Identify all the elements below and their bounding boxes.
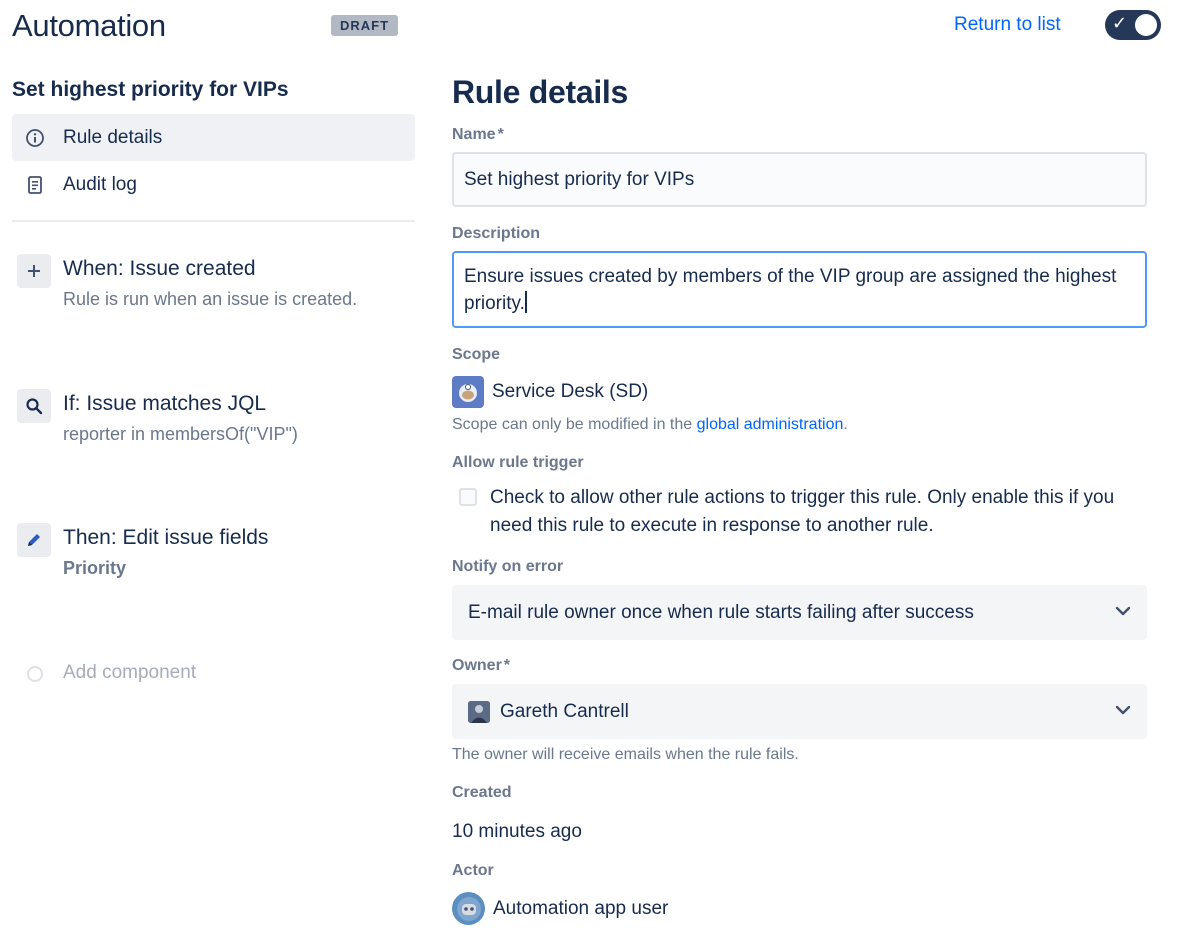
text-caret (524, 291, 527, 313)
actor-name: Automation app user (493, 897, 669, 919)
project-avatar-icon (452, 376, 484, 408)
description-text: Ensure issues created by members of the … (464, 266, 1117, 314)
created-value: 10 minutes ago (452, 821, 582, 842)
plus-icon (17, 254, 51, 288)
notify-label: Notify on error (452, 558, 564, 575)
search-icon (17, 389, 51, 423)
info-icon (24, 127, 46, 149)
circle-icon (27, 666, 43, 682)
nav-label: Rule details (63, 126, 163, 148)
toggle-knob (1135, 14, 1157, 36)
nav-label: Audit log (63, 173, 137, 195)
allow-trigger-checkbox[interactable] (459, 488, 477, 506)
chevron-down-icon (1115, 606, 1131, 616)
rule-name-heading: Set highest priority for VIPs (12, 78, 289, 101)
owner-select[interactable]: Gareth Cantrell (452, 684, 1147, 739)
description-field[interactable]: Ensure issues created by members of the … (452, 251, 1147, 328)
owner-helper-text: The owner will receive emails when the r… (452, 746, 799, 763)
chevron-down-icon (1115, 705, 1131, 715)
name-label: Name * (452, 126, 504, 143)
document-icon (24, 174, 46, 196)
panel-title: Rule details (452, 74, 629, 110)
component-subtitle: Rule is run when an issue is created. (63, 289, 358, 309)
add-component-label: Add component (63, 662, 197, 683)
component-subtitle: Priority (63, 558, 127, 578)
sidebar-divider (12, 220, 415, 222)
owner-selected-value: Gareth Cantrell (500, 700, 629, 722)
allow-trigger-text: Check to allow other rule actions to tri… (490, 487, 1115, 536)
component-subtitle: reporter in membersOf("VIP") (63, 424, 298, 444)
global-administration-link[interactable]: global administration (697, 416, 844, 433)
actor-value: Automation app user (452, 892, 668, 925)
scope-value: Service Desk (SD) (452, 376, 648, 408)
scope-helper-text: Scope can only be modified in the global… (452, 416, 848, 433)
owner-label: Owner * (452, 657, 511, 674)
scope-name: Service Desk (SD) (492, 381, 649, 402)
nav-item-rule-details[interactable]: Rule details (12, 114, 415, 161)
draft-badge: DRAFT (331, 15, 399, 36)
return-to-list-link[interactable]: Return to list (954, 14, 1061, 36)
allow-trigger-label: Allow rule trigger (452, 454, 584, 471)
component-title: If: Issue matches JQL (63, 392, 267, 415)
check-icon: ✓ (1112, 13, 1128, 33)
description-label: Description (452, 225, 541, 242)
actor-label: Actor (452, 862, 494, 879)
component-title: Then: Edit issue fields (63, 526, 269, 549)
nav-item-audit-log[interactable]: Audit log (12, 161, 415, 208)
created-label: Created (452, 784, 512, 801)
user-avatar (468, 700, 490, 723)
rule-enabled-toggle[interactable]: ✓ (1105, 10, 1161, 40)
robot-avatar-icon (452, 892, 485, 925)
rule-name-field[interactable]: Set highest priority for VIPs (452, 152, 1147, 207)
notify-selected-value: E-mail rule owner once when rule starts … (468, 601, 974, 623)
pencil-icon (17, 523, 51, 557)
component-title: When: Issue created (63, 257, 256, 280)
app-title: Automation (12, 8, 166, 43)
notify-on-error-select[interactable]: E-mail rule owner once when rule starts … (452, 585, 1147, 640)
scope-label: Scope (452, 346, 501, 363)
